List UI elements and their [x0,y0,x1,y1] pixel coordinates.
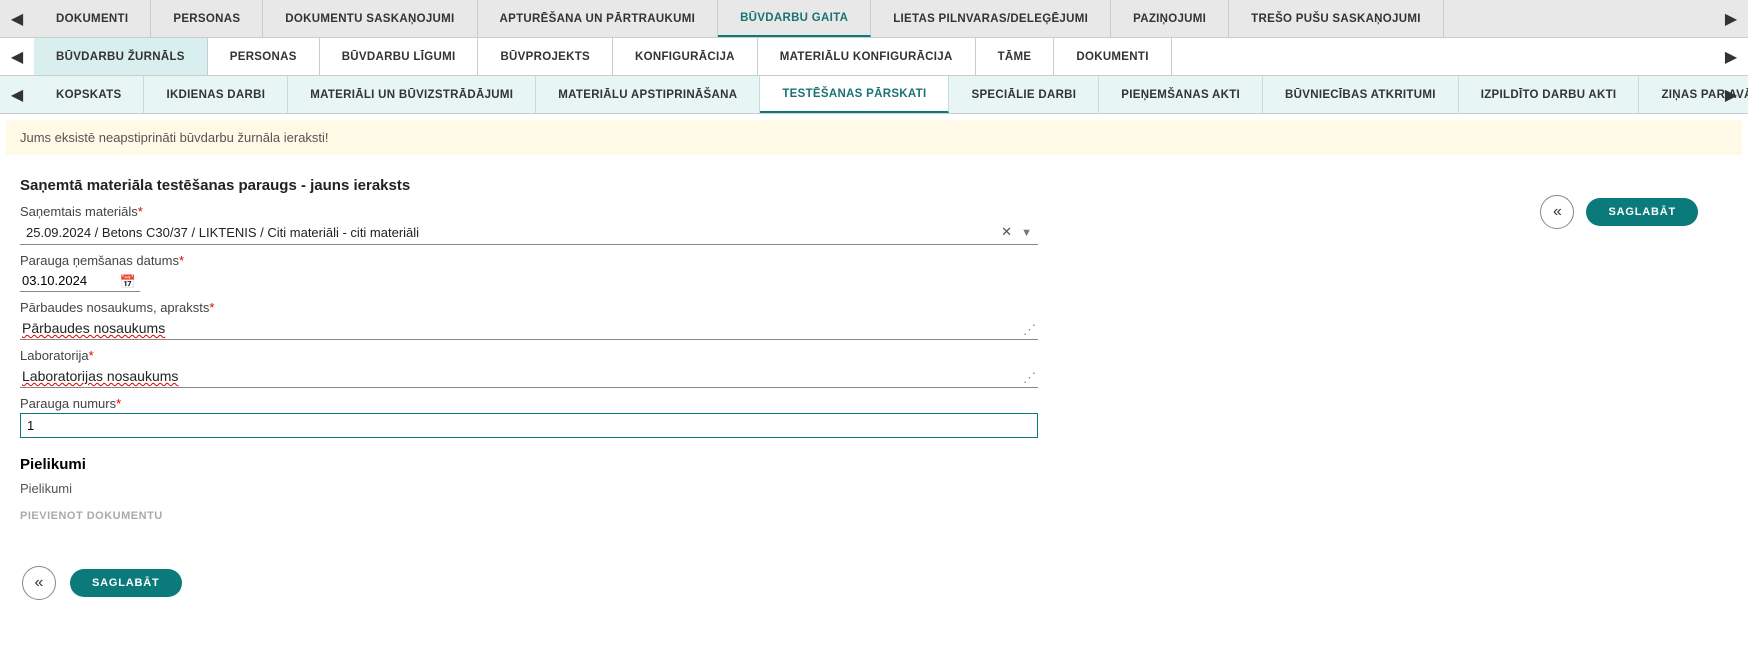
resize-handle-icon[interactable]: ⋰ [1023,370,1036,386]
navTop-tab-6[interactable]: PAZIŅOJUMI [1111,0,1229,37]
attachments-label: Pielikumi [20,481,1060,496]
add-document-button[interactable]: Pievienot dokumentu [20,506,163,526]
navSub2-tab-3[interactable]: MATERIĀLU APSTIPRINĀŠANA [536,76,760,113]
resize-handle-icon[interactable]: ⋰ [1023,322,1036,338]
navSub-tab-5[interactable]: MATERIĀLU KONFIGURĀCIJA [758,38,976,75]
navTop-tab-2[interactable]: DOKUMENTU SASKAŅOJUMI [263,0,477,37]
page-title: Saņemtā materiāla testēšanas paraugs - j… [20,177,1060,194]
navSub-tab-3[interactable]: BŪVPROJEKTS [478,38,613,75]
save-button-side[interactable]: Saglabāt [1586,198,1698,226]
chevron-down-icon[interactable]: ▼ [1021,227,1032,239]
navSub-tab-6[interactable]: TĀME [976,38,1055,75]
calendar-icon[interactable]: 📅 [120,274,136,290]
nav-top-scroll-left[interactable]: ◀ [0,0,34,37]
nav-sub-scroll-right[interactable]: ▶ [1714,38,1748,75]
nav-sub2-scroll-right[interactable]: ▶ [1714,76,1748,113]
navSub-tab-7[interactable]: DOKUMENTI [1054,38,1171,75]
nav-sub-row: ◀ BŪVDARBU ŽURNĀLSPERSONASBŪVDARBU LĪGUM… [0,38,1748,76]
nav-top-row: ◀ DOKUMENTIPERSONASDOKUMENTU SASKAŅOJUMI… [0,0,1748,38]
lab-input[interactable]: Laboratorijas nosaukums [20,365,1038,388]
material-select[interactable]: 25.09.2024 / Betons C30/37 / LIKTENIS / … [20,221,1038,245]
navSub2-tab-8[interactable]: IZPILDĪTO DARBU AKTI [1459,76,1640,113]
navSub2-tab-6[interactable]: PIEŅEMŠANAS AKTI [1099,76,1263,113]
navSub-tab-4[interactable]: KONFIGURĀCIJA [613,38,758,75]
navSub2-tab-7[interactable]: BŪVNIECĪBAS ATKRITUMI [1263,76,1459,113]
navSub2-tab-1[interactable]: IKDIENAS DARBI [144,76,288,113]
material-clear-icon[interactable]: ✕ [1001,224,1012,240]
navTop-tab-4[interactable]: BŪVDARBU GAITA [718,0,871,37]
navSub2-tab-0[interactable]: KOPSKATS [34,76,144,113]
test-name-label: Pārbaudes nosaukums, apraksts* [20,300,1060,315]
navSub2-tab-2[interactable]: MATERIĀLI UN BŪVIZSTRĀDĀJUMI [288,76,536,113]
lab-label: Laboratorija* [20,348,1060,363]
nav-sub-scroll-left[interactable]: ◀ [0,38,34,75]
sample-date-label: Parauga ņemšanas datums* [20,253,1060,268]
navTop-tab-7[interactable]: TREŠO PUŠU SASKAŅOJUMI [1229,0,1444,37]
sample-number-label: Parauga numurs* [20,396,1060,411]
navTop-tab-3[interactable]: APTURĒŠANA UN PĀRTRAUKUMI [478,0,719,37]
nav-top-scroll-right[interactable]: ▶ [1714,0,1748,37]
nav-sub2-row: ◀ KOPSKATSIKDIENAS DARBIMATERIĀLI UN BŪV… [0,76,1748,114]
navSub-tab-2[interactable]: BŪVDARBU LĪGUMI [320,38,479,75]
material-label: Saņemtais materiāls* [20,204,1060,219]
save-button-bottom[interactable]: Saglabāt [70,569,182,597]
navSub-tab-1[interactable]: PERSONAS [208,38,320,75]
material-select-value: 25.09.2024 / Betons C30/37 / LIKTENIS / … [26,225,419,240]
navSub-tab-0[interactable]: BŪVDARBU ŽURNĀLS [34,38,208,75]
navTop-tab-0[interactable]: DOKUMENTI [34,0,151,37]
back-button-bottom[interactable]: « [22,566,56,600]
unconfirmed-records-notice: Jums eksistē neapstiprināti būvdarbu žur… [6,120,1742,155]
navTop-tab-5[interactable]: LIETAS PILNVARAS/DELEĢĒJUMI [871,0,1111,37]
attachments-title: Pielikumi [20,456,1060,473]
test-name-input[interactable]: Pārbaudes nosaukums [20,317,1038,340]
back-button-side[interactable]: « [1540,195,1574,229]
navSub2-tab-5[interactable]: SPECIĀLIE DARBI [949,76,1099,113]
sample-number-input[interactable] [20,413,1038,438]
navSub2-tab-4[interactable]: TESTĒŠANAS PĀRSKATI [760,76,949,113]
nav-sub2-scroll-left[interactable]: ◀ [0,76,34,113]
navTop-tab-1[interactable]: PERSONAS [151,0,263,37]
